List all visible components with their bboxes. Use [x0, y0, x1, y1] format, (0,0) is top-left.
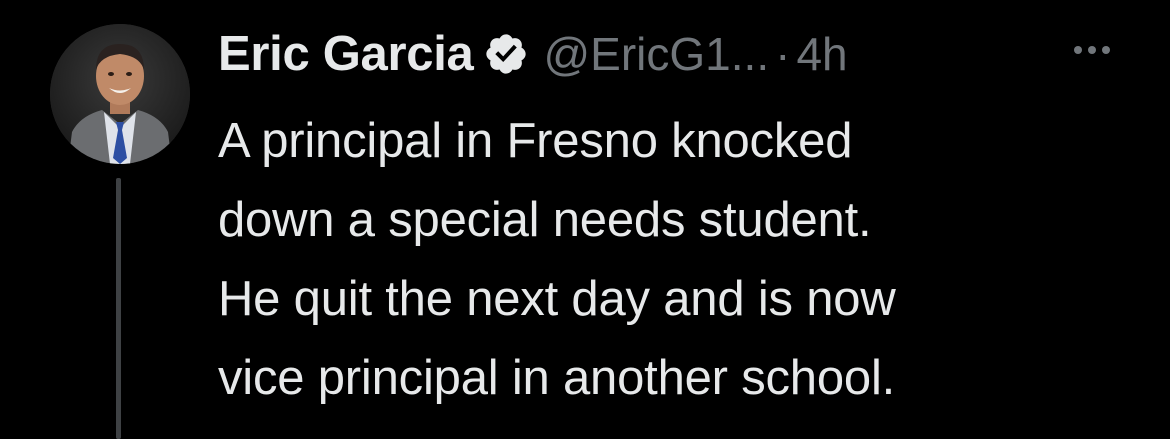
- separator-dot: ·: [775, 28, 791, 80]
- more-horizontal-icon[interactable]: [1068, 38, 1116, 62]
- tweet-text-line: A principal in Fresno knocked: [218, 114, 853, 168]
- user-handle[interactable]: @EricG1...: [543, 27, 769, 81]
- avatar[interactable]: [50, 24, 190, 164]
- tweet-text: A principal in Fresno knocked down a spe…: [218, 102, 1148, 418]
- tweet-text-line: vice principal in another school.: [218, 351, 896, 405]
- tweet-card[interactable]: Eric Garcia @EricG1... · 4h A principal …: [0, 0, 1170, 439]
- display-name[interactable]: Eric Garcia: [218, 26, 474, 82]
- verified-badge-icon[interactable]: [483, 31, 529, 77]
- tweet-text-line: down a special needs student.: [218, 193, 872, 247]
- thread-line: [116, 178, 121, 439]
- tweet-header: Eric Garcia @EricG1... · 4h: [218, 24, 848, 84]
- tweet-text-line: He quit the next day and is now: [218, 272, 896, 326]
- timestamp[interactable]: 4h: [796, 27, 847, 81]
- avatar-photo: [50, 24, 190, 164]
